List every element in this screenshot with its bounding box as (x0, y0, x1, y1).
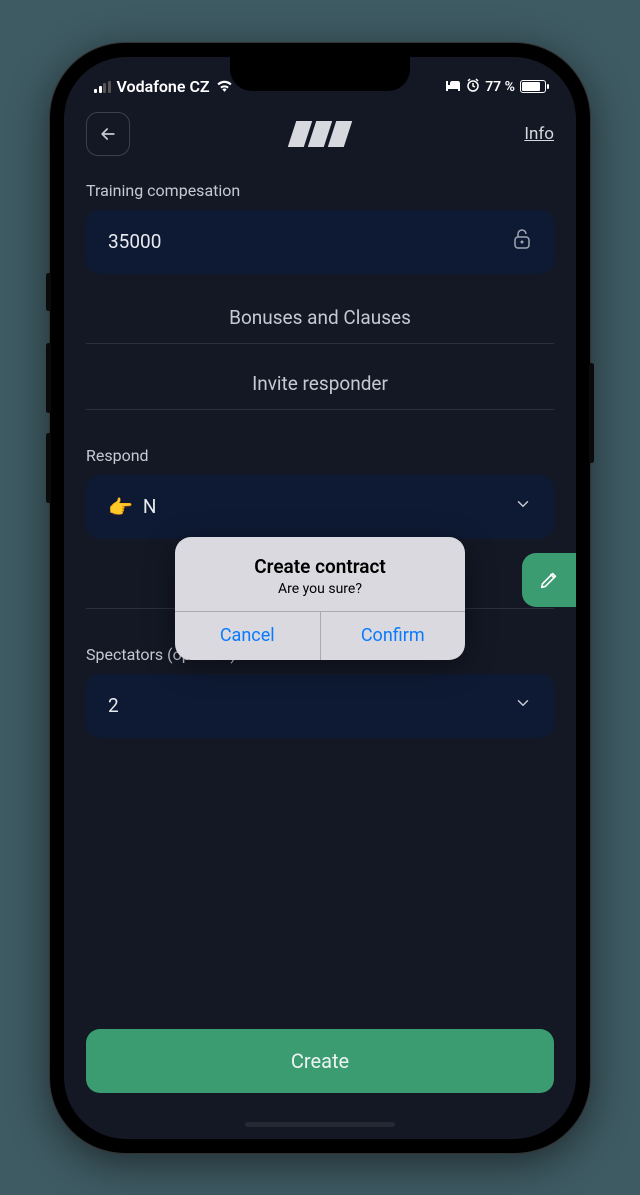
responder-label: Respond (86, 446, 554, 465)
status-right: 77 % (445, 78, 546, 96)
home-indicator[interactable] (86, 1111, 554, 1139)
arrow-left-icon (98, 124, 118, 144)
status-left: Vodafone CZ (94, 77, 233, 96)
responder-dropdown[interactable]: 👉 N (86, 475, 554, 539)
alert-message: Are you sure? (195, 581, 445, 597)
back-button[interactable] (86, 112, 130, 156)
battery-icon (520, 80, 546, 93)
invite-responder-heading: Invite responder (86, 372, 554, 410)
phone-frame: Vodafone CZ 23:52 77 % (50, 43, 590, 1153)
training-compensation-value: 35000 (108, 230, 161, 253)
alert-buttons: Cancel Confirm (175, 612, 465, 660)
info-link[interactable]: Info (524, 124, 554, 144)
carrier-label: Vodafone CZ (117, 77, 210, 96)
create-contract-alert: Create contract Are you sure? Cancel Con… (175, 537, 465, 660)
cancel-button[interactable]: Cancel (175, 612, 321, 660)
create-button[interactable]: Create (86, 1029, 554, 1093)
phone-power-button (589, 363, 594, 463)
confirm-button[interactable]: Confirm (321, 612, 466, 660)
pointer-icon: 👉 (108, 495, 133, 519)
alarm-icon (466, 78, 480, 96)
training-compensation-label: Training compesation (86, 181, 554, 200)
pencil-icon (538, 569, 560, 591)
signal-icon (94, 81, 111, 93)
notch (230, 57, 410, 91)
phone-silent-switch (46, 273, 51, 311)
battery-percent: 77 % (485, 79, 515, 95)
edit-button[interactable] (522, 553, 576, 607)
bed-icon (445, 79, 461, 95)
bonuses-section-heading[interactable]: Bonuses and Clauses (86, 306, 554, 344)
spectators-value: 2 (108, 694, 119, 717)
chevron-down-icon (514, 495, 532, 518)
screen: Vodafone CZ 23:52 77 % (64, 57, 576, 1139)
wifi-icon (216, 77, 233, 96)
app-logo (288, 121, 352, 147)
nav-bar: Info (64, 105, 576, 163)
lock-icon (512, 228, 532, 255)
phone-volume-down (46, 433, 51, 503)
alert-title: Create contract (195, 555, 445, 578)
spectators-dropdown[interactable]: 2 (86, 674, 554, 738)
responder-value: N (143, 495, 157, 518)
alert-header: Create contract Are you sure? (175, 537, 465, 612)
training-compensation-input[interactable]: 35000 (86, 210, 554, 274)
phone-volume-up (46, 343, 51, 413)
chevron-down-icon (514, 694, 532, 717)
